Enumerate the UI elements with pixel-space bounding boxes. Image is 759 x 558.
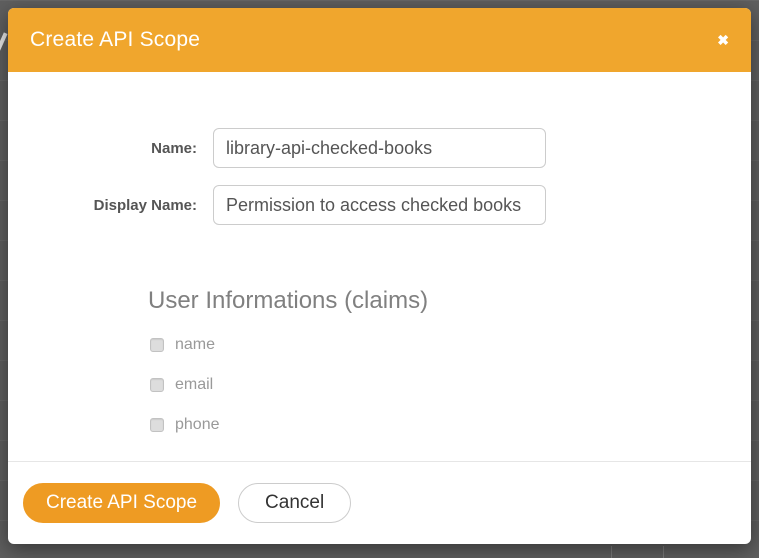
claim-checkbox-name[interactable] [150,338,164,352]
claim-label-email: email [175,376,213,394]
claim-row-phone: phone [150,416,751,434]
display-name-field-row: Display Name: [8,185,751,225]
claim-checkbox-email[interactable] [150,378,164,392]
dialog-body: Name: Display Name: User Informations (c… [8,72,751,461]
dialog-header: Create API Scope ✖ [8,8,751,72]
name-input[interactable] [213,128,546,168]
backdrop-artifact [611,546,612,558]
name-field-label: Name: [8,140,213,157]
dialog-title: Create API Scope [30,28,200,52]
backdrop-artifact [663,546,664,558]
claim-row-name: name [150,336,751,354]
close-icon[interactable]: ✖ [717,33,729,47]
claim-label-name: name [175,336,215,354]
display-name-input[interactable] [213,185,546,225]
cancel-button[interactable]: Cancel [238,483,351,523]
claims-section-heading: User Informations (claims) [148,287,751,315]
claim-row-email: email [150,376,751,394]
create-api-scope-button[interactable]: Create API Scope [23,483,220,523]
claim-checkbox-phone[interactable] [150,418,164,432]
backdrop-artifact [0,32,8,59]
claims-list: name email phone [150,336,751,434]
display-name-field-label: Display Name: [8,197,213,214]
name-field-row: Name: [8,128,751,168]
claim-label-phone: phone [175,416,220,434]
dialog-footer: Create API Scope Cancel [8,461,751,544]
create-api-scope-dialog: Create API Scope ✖ Name: Display Name: U… [8,8,751,544]
